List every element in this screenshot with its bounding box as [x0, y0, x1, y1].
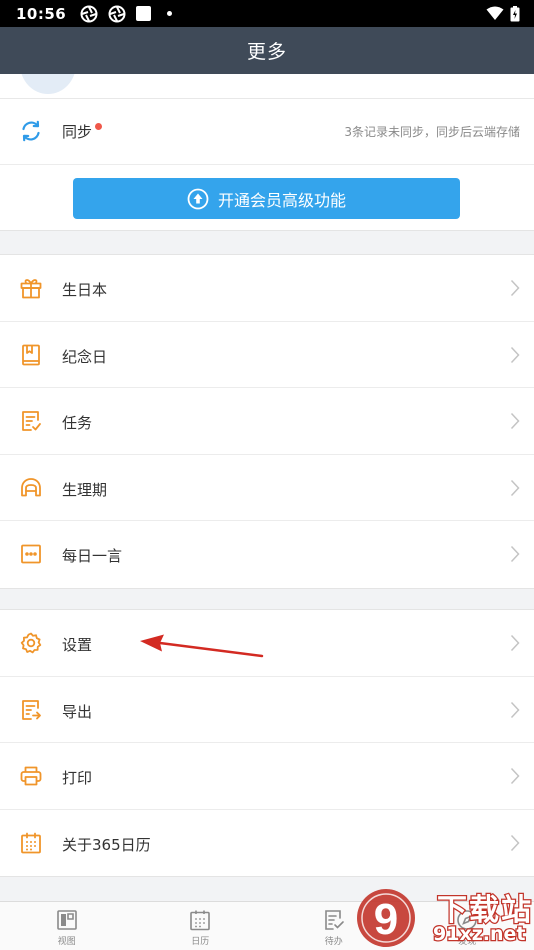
sync-label: 同步 — [62, 123, 93, 141]
sync-status-text: 3条记录未同步，同步后云端存储 — [344, 125, 520, 139]
chevron-right-icon — [510, 479, 520, 496]
menu-label: 任务 — [62, 414, 93, 432]
chevron-right-icon — [510, 701, 520, 718]
menu-item-tasks[interactable]: 任务 — [0, 388, 534, 455]
top-header: 更多 — [0, 27, 534, 74]
battery-icon — [510, 5, 520, 21]
view-icon — [56, 910, 77, 930]
period-icon — [21, 477, 41, 496]
vip-button-label: 开通会员高级功能 — [217, 190, 346, 210]
vip-upgrade-button[interactable]: 开通会员高级功能 — [73, 178, 460, 219]
tab-view[interactable]: 视图 — [0, 902, 134, 950]
menu-item-birthday[interactable]: 生日本 — [0, 255, 534, 322]
dot-icon — [167, 11, 173, 16]
shutter-icon — [80, 5, 98, 22]
menu-label: 纪念日 — [62, 347, 108, 366]
menu-label: 生理期 — [62, 480, 108, 499]
calendar-icon — [21, 832, 41, 853]
chevron-right-icon — [510, 346, 520, 363]
sync-card: 同步 3条记录未同步，同步后云端存储 开通会员高级功能 — [0, 99, 534, 231]
todo-icon — [324, 910, 344, 930]
chevron-right-icon — [510, 767, 520, 785]
feature-list: 生日本 纪念日 任务 生理期 每日一言 — [0, 254, 534, 589]
tab-label: 待办 — [324, 937, 343, 947]
calendar-tab-icon — [190, 910, 211, 931]
sync-row[interactable]: 同步 3条记录未同步，同步后云端存储 — [0, 99, 534, 165]
menu-label: 生日本 — [62, 281, 108, 299]
chevron-right-icon — [510, 412, 520, 430]
tab-todo[interactable]: 待办 — [267, 902, 401, 950]
profile-section[interactable] — [0, 74, 534, 99]
printer-icon — [20, 766, 42, 786]
chevron-right-icon — [510, 279, 520, 297]
notification-icons — [80, 5, 173, 23]
avatar[interactable] — [20, 74, 76, 94]
menu-label: 导出 — [62, 702, 93, 721]
chevron-right-icon — [510, 634, 520, 652]
task-list-icon — [22, 411, 41, 431]
menu-label: 关于365日历 — [62, 835, 151, 854]
tab-label: 视图 — [57, 937, 76, 947]
watermark-url: 91xz.net — [432, 922, 527, 947]
shutter-icon-2 — [108, 5, 126, 22]
wifi-icon — [486, 6, 504, 20]
gear-icon — [20, 632, 42, 654]
menu-item-period[interactable]: 生理期 — [0, 455, 534, 521]
sync-icon — [22, 120, 40, 142]
menu-label: 设置 — [62, 636, 93, 654]
menu-item-daily-quote[interactable]: 每日一言 — [0, 521, 534, 588]
chevron-right-icon — [510, 834, 520, 851]
status-time: 10:56 — [16, 4, 67, 23]
upload-circle-icon — [187, 188, 209, 209]
settings-list: 设置 导出 打印 关于365日历 — [0, 609, 534, 877]
tab-calendar[interactable]: 日历 — [134, 902, 268, 950]
tab-label: 日历 — [191, 937, 210, 947]
menu-item-settings[interactable]: 设置 — [0, 610, 534, 677]
menu-item-print[interactable]: 打印 — [0, 743, 534, 810]
unsynced-badge — [95, 123, 102, 130]
square-notification-icon — [136, 6, 152, 21]
page-title: 更多 — [246, 41, 287, 63]
status-bar: 10:56 — [0, 0, 534, 27]
menu-item-about[interactable]: 关于365日历 — [0, 810, 534, 877]
quote-icon — [21, 544, 41, 564]
chevron-right-icon — [510, 545, 520, 563]
book-icon — [22, 344, 40, 365]
menu-label: 每日一言 — [62, 547, 123, 565]
menu-label: 打印 — [62, 769, 93, 787]
gift-icon — [20, 279, 42, 299]
menu-item-anniversary[interactable]: 纪念日 — [0, 322, 534, 388]
export-icon — [22, 699, 41, 720]
menu-item-export[interactable]: 导出 — [0, 677, 534, 743]
